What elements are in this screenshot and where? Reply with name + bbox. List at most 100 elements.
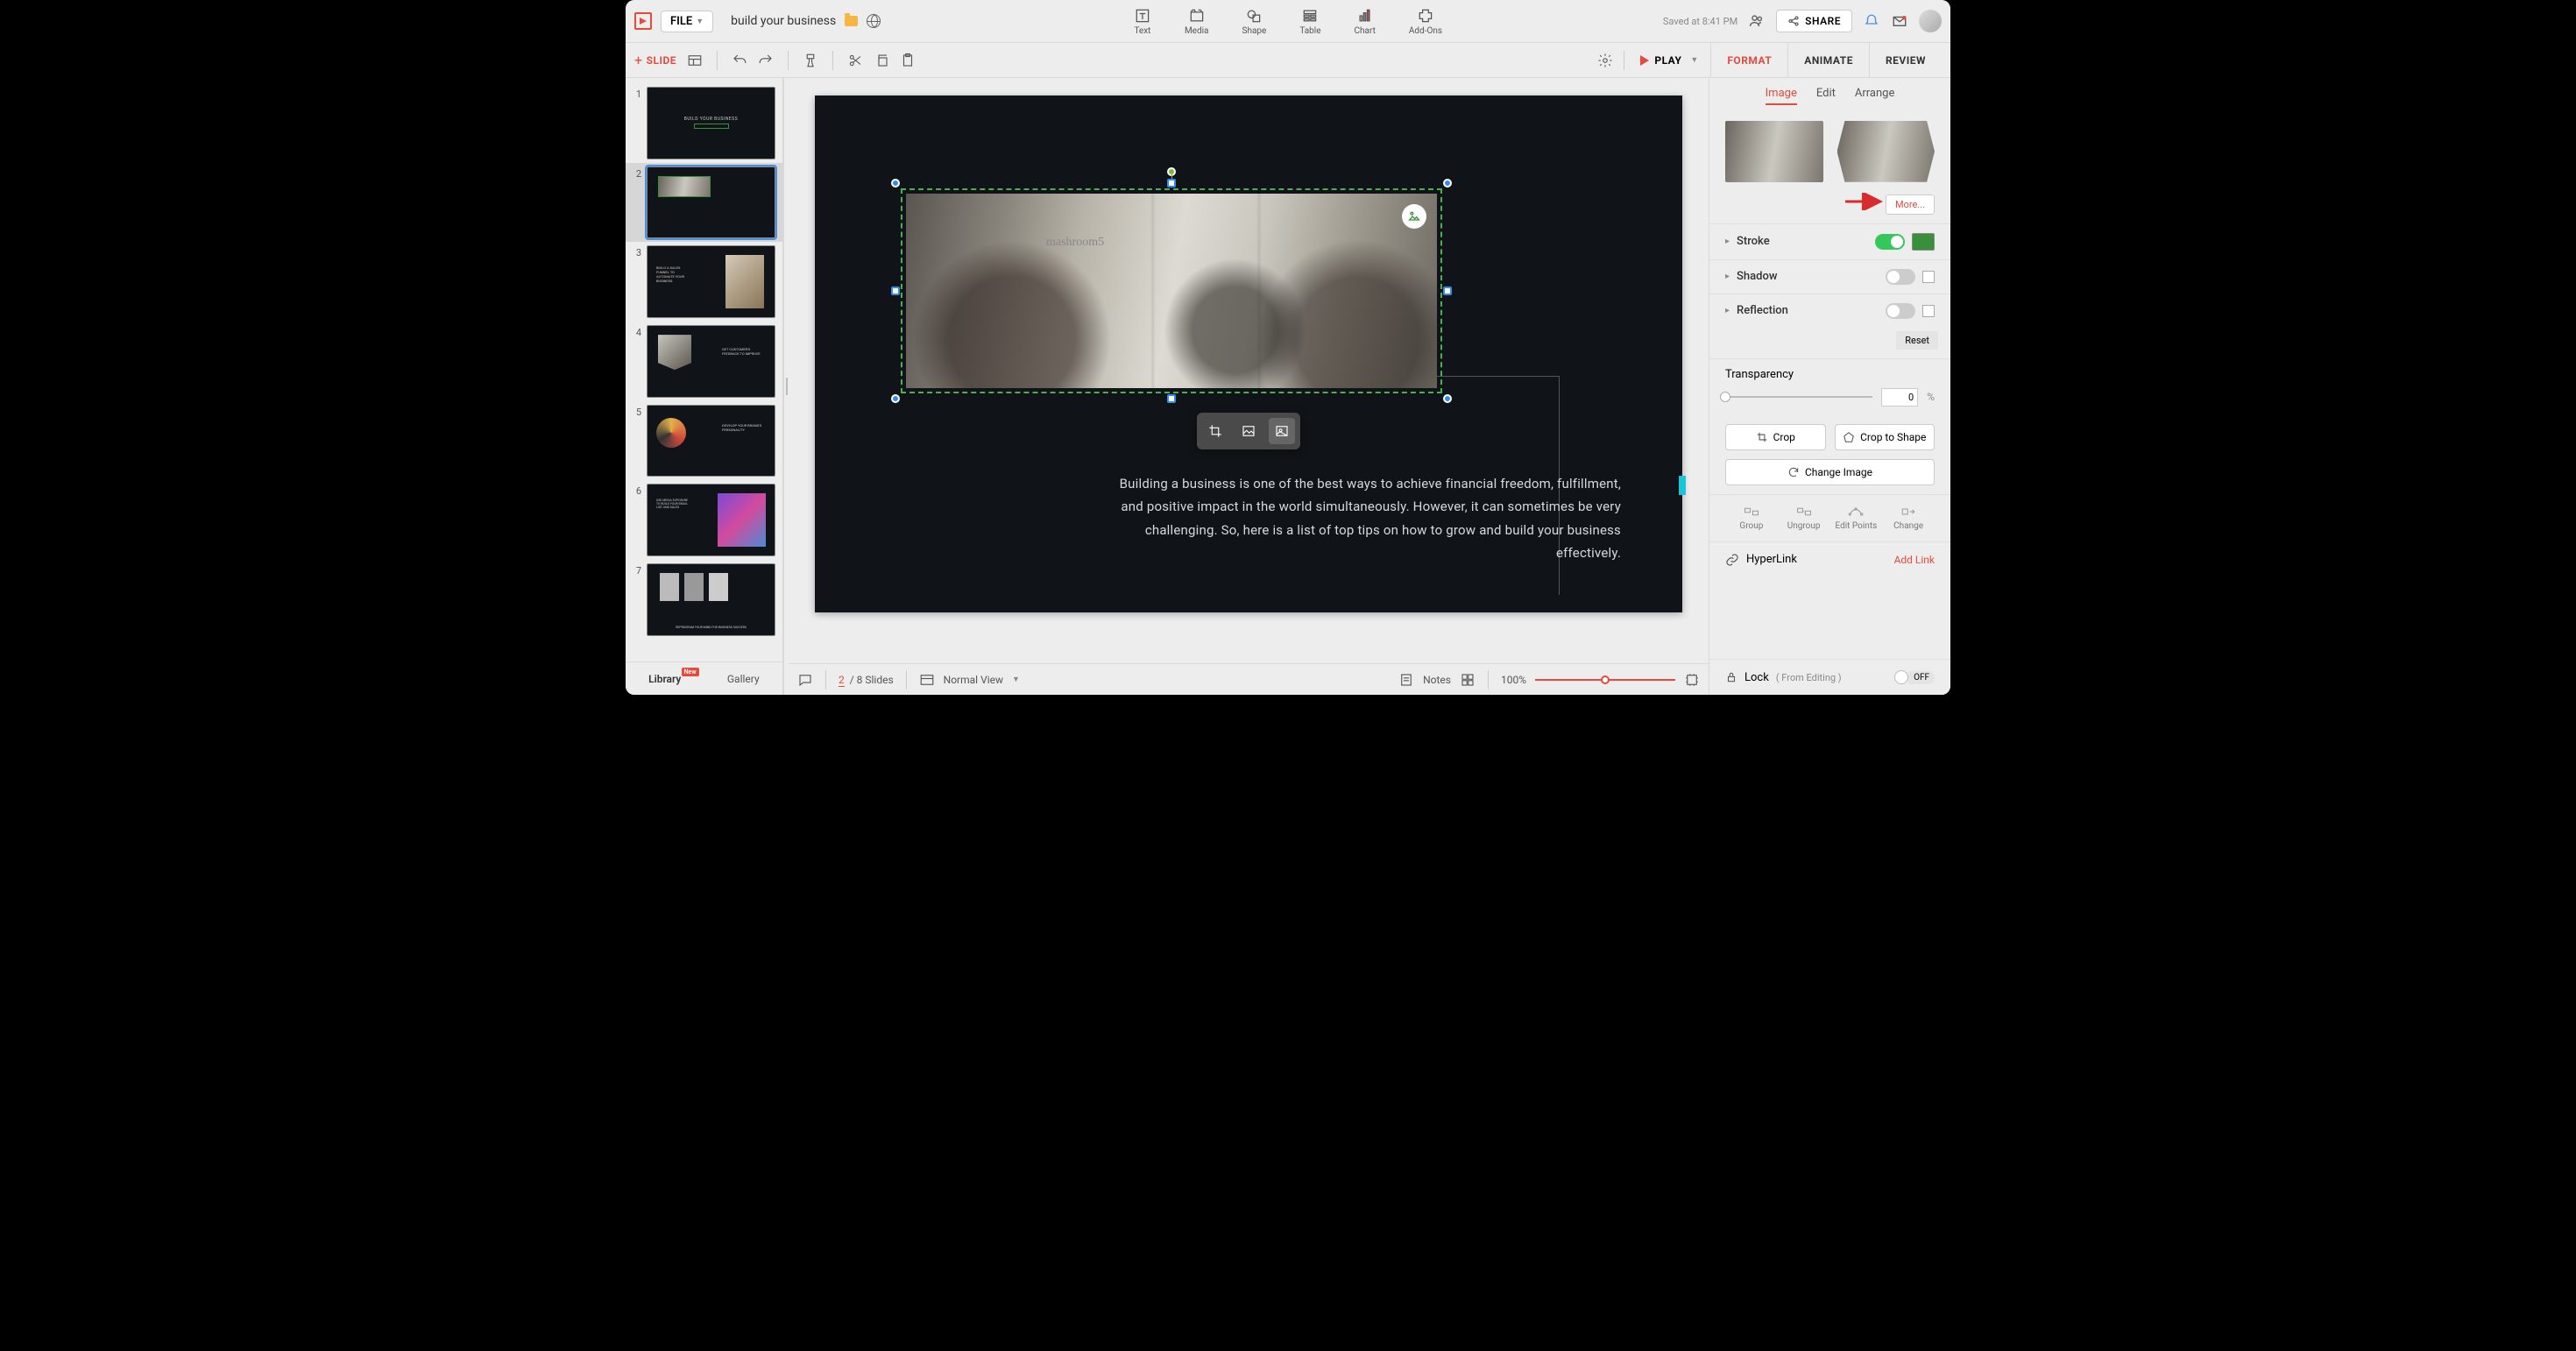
slider-thumb[interactable] [1720,392,1730,402]
file-menu-button[interactable]: FILE ▼ [661,11,713,32]
resize-handle[interactable] [1443,179,1452,187]
slide-thumbnail[interactable]: 6 USE MEDIA EXPOSURE TO BUILD YOUR EMAIL… [626,480,782,560]
copy-icon[interactable] [874,53,889,68]
insert-table-button[interactable]: Table [1299,7,1320,36]
add-slide-label: SLIDE [647,54,676,67]
add-slide-button[interactable]: + SLIDE [634,52,676,68]
group-button[interactable]: Group [1725,502,1778,534]
tab-format[interactable]: FORMAT [1710,43,1787,78]
slide-thumbnail[interactable]: 5 DEVELOP YOUR BRAND'S PERSONALITY [626,401,782,481]
zoom-slider-thumb[interactable] [1601,676,1610,684]
user-avatar[interactable] [1919,10,1942,32]
undo-icon[interactable] [732,53,747,68]
slide-thumbnail[interactable]: 2 [626,163,782,243]
fit-view-icon[interactable] [1684,672,1700,688]
resize-handle[interactable] [891,179,900,187]
reflection-property[interactable]: ▸ Reflection [1709,294,1950,328]
redo-icon[interactable] [758,53,774,68]
collaborators-icon[interactable] [1748,12,1766,30]
transparency-slider[interactable] [1725,396,1872,398]
paste-icon[interactable] [900,53,916,68]
crop-button[interactable]: Crop [1725,424,1826,450]
stroke-color-swatch[interactable] [1912,233,1935,251]
layout-icon[interactable] [687,53,703,68]
inbox-icon[interactable] [1891,12,1908,30]
slide-canvas[interactable]: mashroom5 [815,95,1682,612]
view-mode-icon[interactable] [919,672,935,688]
notes-icon[interactable] [1398,672,1414,688]
rotation-handle[interactable] [1167,167,1176,176]
total-slides: 8 Slides [857,674,894,686]
transparency-input[interactable] [1881,388,1918,407]
lock-sublabel: ( From Editing ) [1776,672,1842,683]
shadow-property[interactable]: ▸ Shadow [1709,259,1950,294]
slide-body-text[interactable]: Building a business is one of the best w… [1113,472,1621,564]
addons-button[interactable]: Add-Ons [1409,7,1442,36]
play-button[interactable]: PLAY ▼ [1628,54,1710,67]
resize-handle[interactable] [891,394,900,403]
current-slide-number[interactable]: 2 [839,674,845,687]
change-shape-button[interactable]: Change [1882,502,1935,534]
reflection-toggle[interactable] [1886,303,1915,319]
cut-icon[interactable] [847,53,863,68]
resize-handle[interactable] [1167,394,1176,403]
frame-preview-rect[interactable] [1725,121,1823,182]
insert-media-button[interactable]: Media [1185,7,1209,36]
change-image-button[interactable]: Change Image [1725,459,1935,485]
tool-label: Text [1134,26,1150,36]
shadow-checkbox[interactable] [1922,271,1935,283]
image-tool-icon[interactable] [1235,418,1262,444]
notifications-icon[interactable] [1863,12,1880,30]
reset-button[interactable]: Reset [1896,331,1938,350]
zoom-value[interactable]: 100% [1501,674,1526,686]
subtab-arrange[interactable]: Arrange [1855,87,1894,105]
divider [1488,670,1489,690]
comments-icon[interactable] [797,672,813,688]
selected-image[interactable]: mashroom5 [901,188,1442,393]
tool-label: Add-Ons [1409,26,1442,36]
public-globe-icon[interactable] [867,14,881,28]
subtab-image[interactable]: Image [1766,87,1797,105]
slide-thumbnail[interactable]: 1 BUILD YOUR BUSINESS [626,83,782,163]
library-tab[interactable]: Library New [626,673,704,685]
crop-to-shape-button[interactable]: Crop to Shape [1835,424,1936,450]
thumbnail-list: 1 BUILD YOUR BUSINESS 2 3 BUILD A SALES … [626,78,782,661]
insert-chart-button[interactable]: Chart [1355,7,1376,36]
folder-icon[interactable] [845,16,858,26]
play-icon [1640,55,1649,66]
tab-review[interactable]: REVIEW [1869,43,1942,78]
grid-view-icon[interactable] [1460,672,1476,688]
ungroup-button[interactable]: Ungroup [1778,502,1830,534]
zoom-slider[interactable] [1535,679,1675,681]
image-frame-icon[interactable] [1269,418,1295,444]
stroke-property[interactable]: ▸ Stroke [1709,223,1950,259]
crop-tool-icon[interactable] [1202,418,1228,444]
tab-animate[interactable]: ANIMATE [1787,43,1869,78]
slide-thumbnail[interactable]: 3 BUILD A SALES FUNNEL TO AUTOMATE YOUR … [626,242,782,322]
reflection-checkbox[interactable] [1922,305,1935,317]
resize-handle[interactable] [1167,179,1176,187]
arrange-actions: Group Ungroup Edit Points Change [1709,494,1950,541]
edit-points-button[interactable]: Edit Points [1830,502,1883,534]
slide-thumbnail[interactable]: 4 GET CUSTOMER'S FEEDBACK TO IMPROVE [626,322,782,401]
subtab-edit[interactable]: Edit [1816,87,1836,105]
stroke-toggle[interactable] [1875,234,1905,250]
divider [717,51,718,70]
format-painter-icon[interactable] [803,53,818,68]
share-button[interactable]: SHARE [1776,10,1852,32]
lock-toggle[interactable]: OFF [1894,670,1935,684]
settings-gear-icon[interactable] [1597,53,1613,68]
more-frames-button[interactable]: More... [1886,195,1935,215]
gallery-tab[interactable]: Gallery [704,673,783,685]
resize-handle[interactable] [1443,286,1452,295]
add-link-button[interactable]: Add Link [1894,554,1935,566]
frame-preview-fancy[interactable] [1837,121,1936,182]
resize-handle[interactable] [1443,394,1452,403]
insert-shape-button[interactable]: Shape [1242,7,1267,36]
view-mode-label[interactable]: Normal View [944,674,1003,686]
notes-label[interactable]: Notes [1423,674,1451,686]
slide-thumbnail[interactable]: 7 REPROGRAM YOUR MIND FOR BUSINESS SUCCE… [626,560,782,640]
shadow-toggle[interactable] [1886,269,1915,285]
insert-text-button[interactable]: Text [1134,7,1151,36]
resize-handle[interactable] [891,286,900,295]
